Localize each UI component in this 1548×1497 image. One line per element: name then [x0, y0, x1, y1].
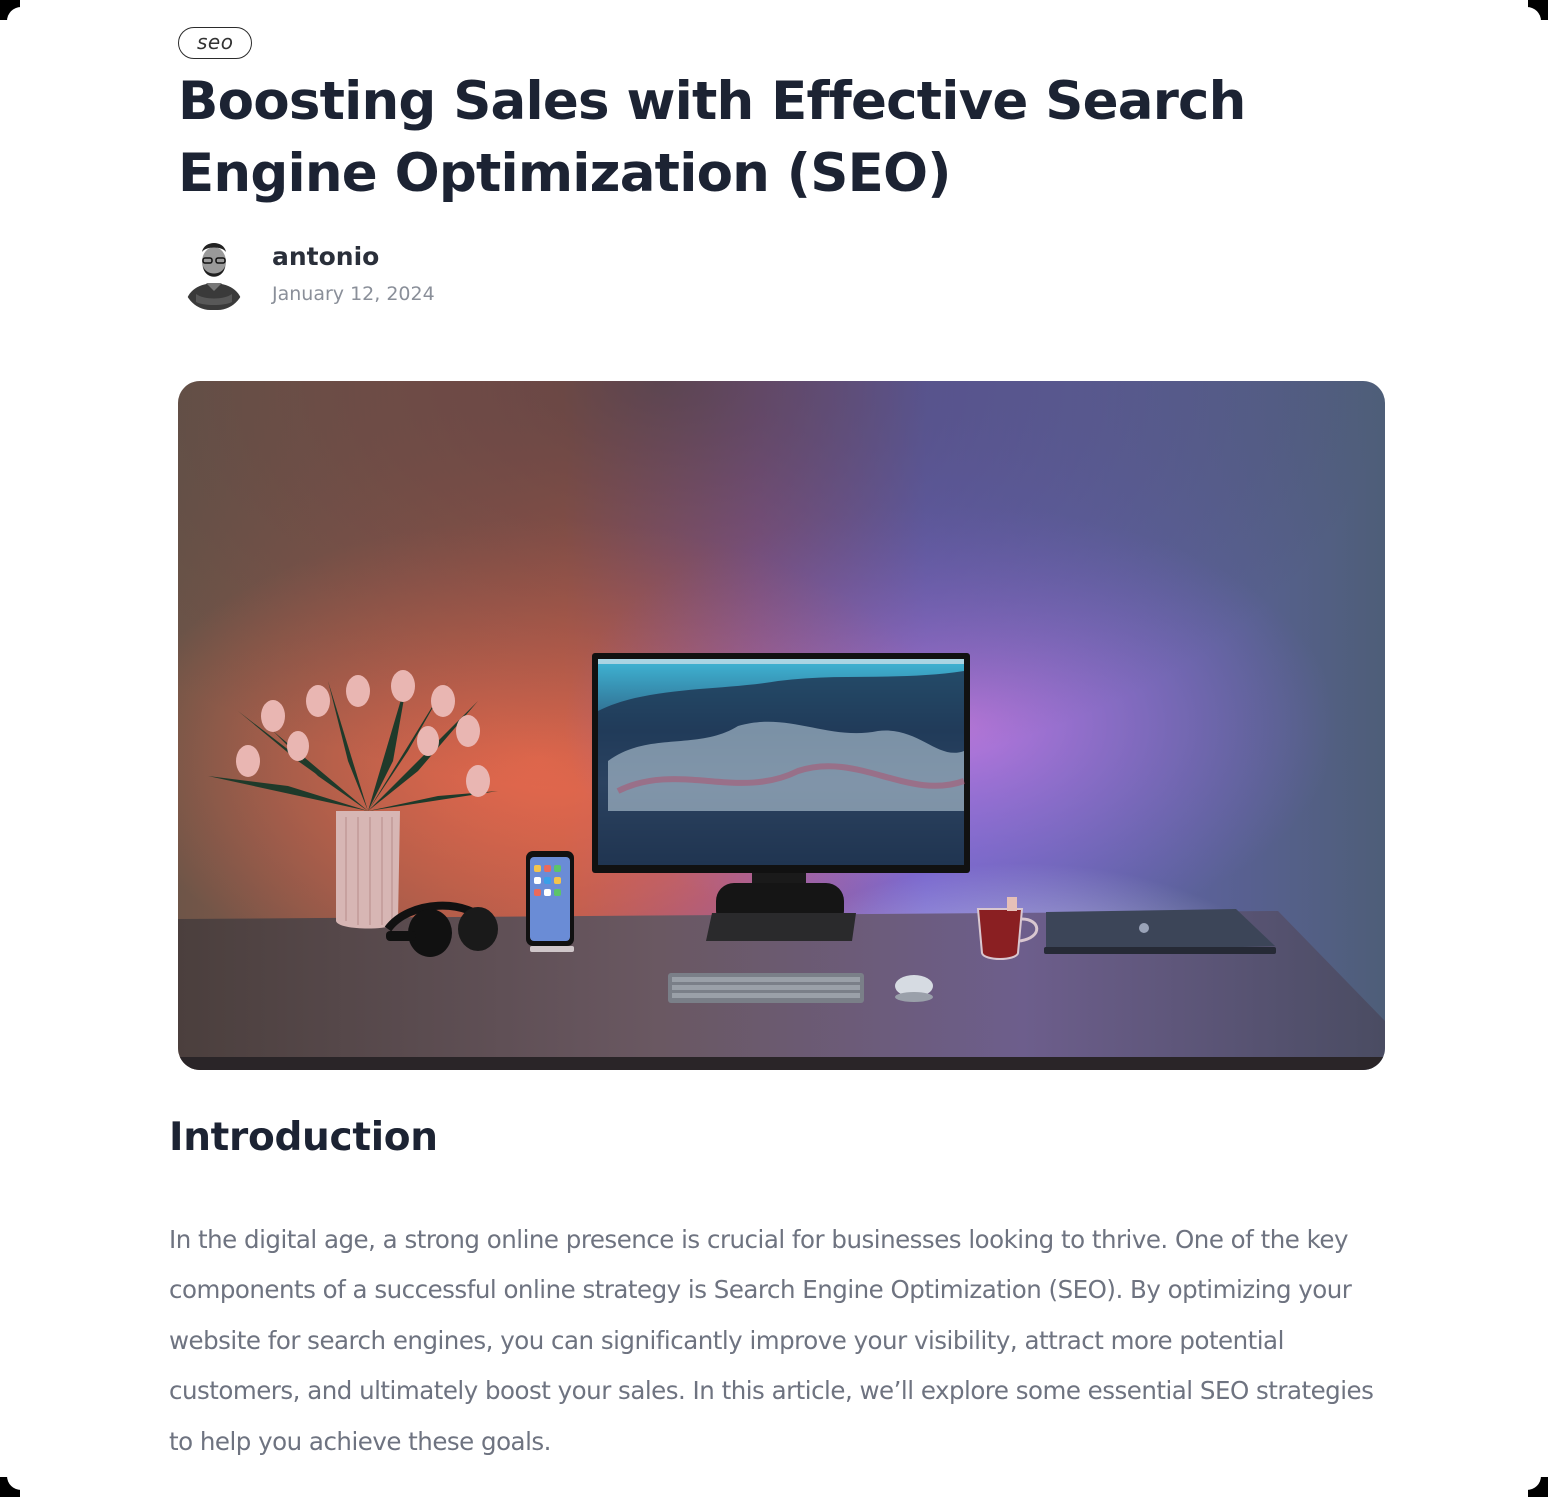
author-avatar[interactable] [182, 236, 246, 310]
article-title: Boosting Sales with Effective Search Eng… [178, 71, 1246, 204]
category-tag[interactable]: seo [178, 27, 253, 59]
hero-image [178, 381, 1385, 1070]
section-body: In the digital age, a strong online pres… [169, 1225, 1374, 1456]
author-name[interactable]: antonio [272, 242, 379, 271]
frame-corner-bottom-right [1521, 1470, 1548, 1497]
frame-corner-top-right [1521, 0, 1548, 27]
section-heading: Introduction [169, 1115, 438, 1160]
frame-corner-bottom-left [0, 1470, 27, 1497]
desk-setup-photo-icon [178, 381, 1385, 1070]
post-date: January 12, 2024 [272, 283, 435, 305]
frame-corner-top-left [0, 0, 27, 27]
person-avatar-icon [182, 236, 246, 310]
